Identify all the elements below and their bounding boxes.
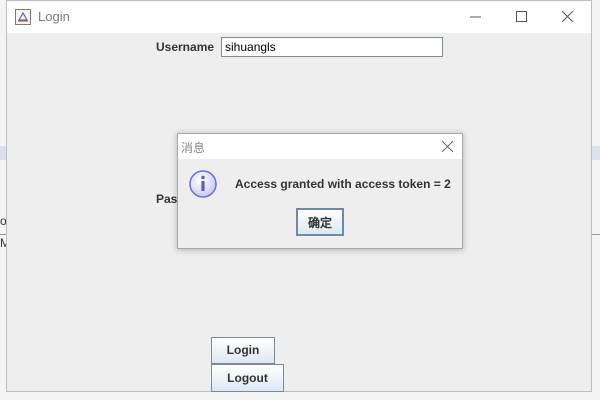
login-button[interactable]: Login (211, 337, 275, 364)
maximize-icon (516, 11, 527, 22)
dialog-title: 消息 (181, 141, 206, 155)
logout-button[interactable]: Logout (211, 364, 284, 392)
close-window-button[interactable] (545, 1, 591, 33)
dialog-message: Access granted with access token = 2 (235, 177, 451, 191)
maximize-button[interactable] (499, 1, 545, 33)
dialog-close-icon[interactable] (441, 140, 454, 153)
ok-button[interactable]: 确定 (296, 208, 344, 236)
password-label: Pas (156, 192, 178, 206)
minimize-icon (470, 16, 481, 18)
dialog-titlebar[interactable]: 消息 (178, 134, 462, 159)
close-icon (562, 11, 574, 23)
window-titlebar[interactable]: Login (7, 1, 591, 33)
window-title: Login (38, 9, 70, 24)
username-label: Username (156, 40, 215, 54)
minimize-button[interactable] (453, 1, 499, 33)
username-input[interactable]: sihuangls (221, 37, 443, 57)
java-app-icon (15, 9, 31, 25)
message-dialog: 消息 Access granted with access token = 2 … (177, 133, 463, 249)
info-icon (189, 170, 217, 198)
